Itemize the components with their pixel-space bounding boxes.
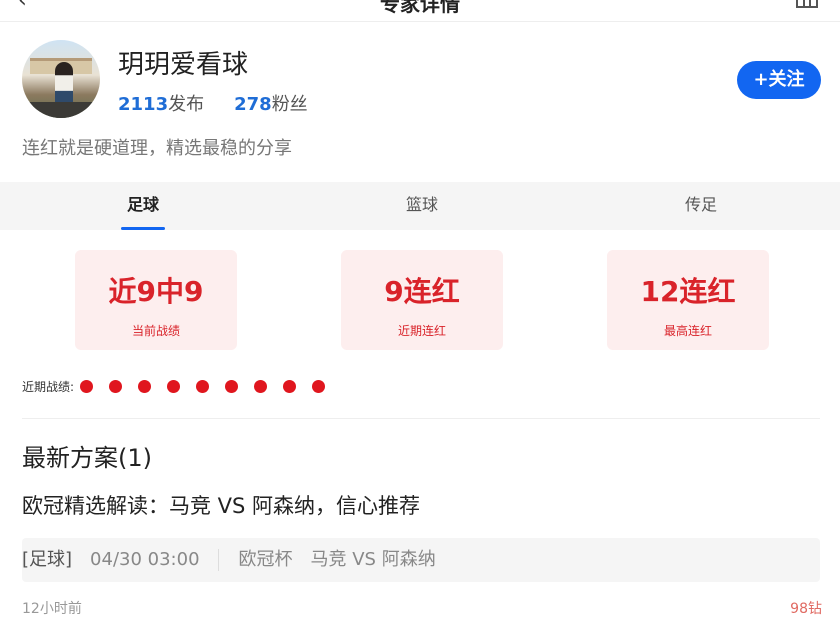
stat-card-recent-streak: 9连红 近期连红 — [341, 250, 503, 350]
result-dot-win — [225, 379, 239, 393]
result-dot-win — [109, 379, 123, 393]
stat-value: 近9中9 — [108, 275, 204, 308]
plan-price: 98钻 — [790, 601, 822, 617]
sport-tabs: 足球 篮球 传足 — [0, 182, 840, 230]
result-dot-win — [138, 379, 152, 393]
tab-football[interactable]: 足球 — [83, 182, 203, 230]
plan-sport-tag: [足球] — [22, 549, 73, 570]
profile-header: 玥玥爱看球 2113发布 278粉丝 +关注 连红就是硬道理，精选最稳的分享 — [0, 22, 840, 182]
expert-bio: 连红就是硬道理，精选最稳的分享 — [22, 138, 292, 159]
stat-label: 当前战绩 — [131, 324, 180, 338]
divider — [22, 418, 820, 419]
plan-match-time: 04/30 03:00 — [90, 549, 200, 570]
result-dot-win — [283, 379, 297, 393]
stat-label: 近期连红 — [397, 324, 446, 338]
posts-count: 2113 — [118, 94, 169, 115]
tab-traditional-football[interactable]: 传足 — [641, 182, 761, 230]
result-dot-win — [254, 379, 268, 393]
tab-label: 传足 — [684, 195, 717, 214]
expert-name: 玥玥爱看球 — [118, 50, 249, 80]
stat-label: 最高连红 — [663, 324, 712, 338]
plan-meta[interactable]: [足球] 04/30 03:00 欧冠杯 马竞 VS 阿森纳 — [22, 538, 820, 582]
result-dot-win — [312, 379, 326, 393]
follow-button[interactable]: +关注 — [737, 61, 821, 99]
recent-results-label: 近期战绩: — [22, 379, 75, 394]
stat-value: 9连红 — [384, 275, 460, 308]
result-dots — [80, 379, 326, 393]
fans-label: 粉丝 — [271, 94, 308, 115]
result-dot-win — [196, 379, 210, 393]
recent-results: 近期战绩: — [22, 376, 326, 396]
tab-label: 篮球 — [405, 195, 438, 214]
stat-value: 12连红 — [640, 275, 736, 308]
plan-posted-time: 12小时前 — [22, 601, 82, 617]
active-tab-indicator — [121, 227, 165, 230]
stat-card-best-streak: 12连红 最高连红 — [607, 250, 769, 350]
plan-title[interactable]: 欧冠精选解读：马竞 VS 阿森纳，信心推荐 — [22, 490, 420, 520]
meta-separator — [217, 549, 219, 571]
avatar-railing — [22, 102, 100, 118]
avatar[interactable] — [22, 40, 100, 118]
page-title: 专家详情 — [380, 0, 460, 16]
profile-stats: 2113发布 278粉丝 — [118, 90, 308, 116]
result-dot-win — [167, 379, 181, 393]
plan-league: 欧冠杯 — [238, 549, 293, 570]
result-dot-win — [80, 379, 94, 393]
posts-label: 发布 — [168, 94, 205, 115]
tab-label: 足球 — [126, 195, 159, 214]
shop-icon[interactable] — [796, 0, 818, 8]
fans-count: 278 — [234, 94, 272, 115]
stat-card-current-record: 近9中9 当前战绩 — [75, 250, 237, 350]
latest-plans-title: 最新方案(1) — [22, 444, 152, 472]
plan-match: 马竞 VS 阿森纳 — [310, 549, 436, 570]
tab-basketball[interactable]: 篮球 — [362, 182, 482, 230]
top-navigation-bar: ‹ 专家详情 — [0, 0, 840, 22]
